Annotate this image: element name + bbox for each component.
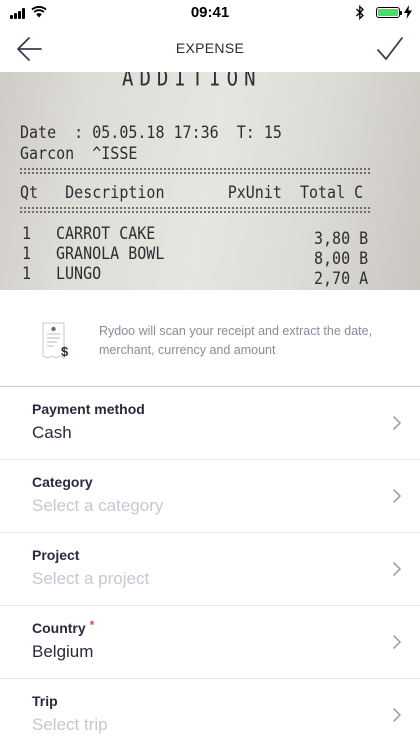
chevron-right-icon [393,489,401,503]
receipt-item-qty: 1 [22,263,32,284]
field-value: Cash [32,423,72,442]
checkmark-icon [377,37,403,60]
field-label: Payment method [32,401,145,417]
receipt-separator [20,168,370,174]
receipt-image[interactable]: ADDITION Date : 05.05.18 17:36 T: 15 Gar… [0,72,420,290]
trip-field[interactable]: Trip Select trip [0,679,420,751]
charging-icon [404,5,412,19]
receipt-item-total: 3,80 B [314,228,369,249]
project-field[interactable]: Project Select a project [0,533,420,605]
receipt-separator [20,207,370,213]
receipt-date-line: Date : 05.05.18 17:36 T: 15 [20,122,282,143]
required-indicator: * [89,618,95,632]
receipt-item-total: 2,70 A [314,268,369,289]
receipt-item-desc: CARROT CAKE [56,223,156,244]
nav-bar: EXPENSE [0,26,420,72]
country-field[interactable]: Country * Belgium [0,606,420,678]
field-value: Belgium [32,642,94,661]
chevron-right-icon [393,708,401,722]
field-label: Project [32,547,80,563]
receipt-item-total: 8,00 B [314,248,369,269]
category-field[interactable]: Category Select a category [0,460,420,532]
battery-icon [376,7,402,18]
chevron-right-icon [393,635,401,649]
receipt-item-qty: 1 [22,223,32,244]
field-label: Trip [32,693,58,709]
bluetooth-icon [356,5,364,20]
receipt-header: ADDITION [122,72,262,92]
receipt-item-qty: 1 [22,243,32,264]
chevron-right-icon [393,562,401,576]
field-label-text: Country [32,620,86,636]
page-title: EXPENSE [175,40,245,56]
field-label: Country * [32,618,95,636]
status-bar: 09:41 [0,0,420,26]
svg-text:$: $ [61,344,69,359]
receipt-icon: $ [42,322,69,359]
field-placeholder: Select a category [32,496,164,515]
field-label: Category [32,474,93,490]
chevron-right-icon [393,416,401,430]
receipt-columns: Qt Description PxUnit Total C [20,182,364,203]
receipt-item-desc: LUNGO [56,263,102,284]
scan-info: $ Rydoo will scan your receipt and extra… [0,290,420,386]
scan-info-text: Rydoo will scan your receipt and extract… [99,324,373,357]
field-placeholder: Select a project [32,569,150,588]
receipt-item-desc: GRANOLA BOWL [56,243,165,264]
receipt-garcon-line: Garcon ^ISSE [20,143,138,164]
confirm-button[interactable] [374,34,406,64]
field-placeholder: Select trip [32,715,108,734]
payment-method-field[interactable]: Payment method Cash [0,387,420,459]
